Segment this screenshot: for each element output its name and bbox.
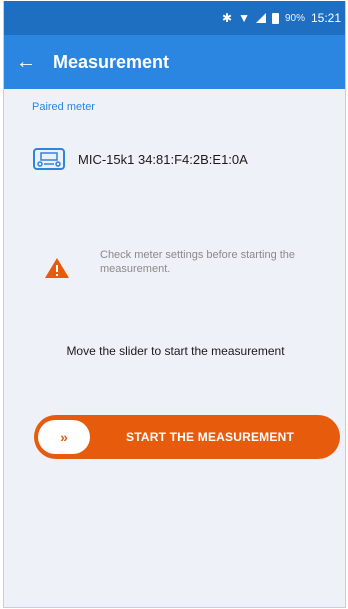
slider-hint: Move the slider to start the measurement bbox=[66, 344, 285, 358]
meter-device-icon bbox=[33, 148, 65, 170]
slider-knob[interactable]: » bbox=[38, 420, 90, 454]
slider-label: START THE MEASUREMENT bbox=[126, 430, 294, 444]
battery-icon bbox=[271, 12, 279, 24]
warning-triangle-icon bbox=[45, 258, 69, 278]
back-button[interactable]: ← bbox=[4, 35, 48, 89]
signal-icon bbox=[255, 13, 266, 23]
status-bar: ✱ ▼ 90% 15:21 bbox=[4, 1, 345, 35]
phone-screen: ✱ ▼ 90% 15:21 ← Measurement Paired meter… bbox=[3, 1, 346, 608]
meter-name: MIC-15k1 34:81:F4:2B:E1:0A bbox=[78, 151, 248, 167]
warning-text: Check meter settings before starting the… bbox=[100, 249, 296, 275]
arrow-left-icon: ← bbox=[16, 50, 36, 73]
paired-meter-row: MIC-15k1 34:81:F4:2B:E1:0A bbox=[32, 147, 248, 171]
bluetooth-icon: ✱ bbox=[222, 11, 233, 25]
wifi-icon: ▼ bbox=[238, 11, 250, 25]
status-time: 15:21 bbox=[310, 11, 341, 25]
start-measurement-slider[interactable]: » START THE MEASUREMENT bbox=[34, 415, 340, 459]
warning-message: Check meter settings before starting the… bbox=[44, 248, 320, 279]
page-title: Measurement bbox=[53, 51, 170, 72]
battery-percentage: 90% bbox=[284, 12, 305, 24]
app-bar: ← Measurement bbox=[4, 35, 345, 89]
paired-meter-label: Paired meter bbox=[32, 101, 95, 113]
double-chevron-right-icon: » bbox=[60, 429, 68, 445]
